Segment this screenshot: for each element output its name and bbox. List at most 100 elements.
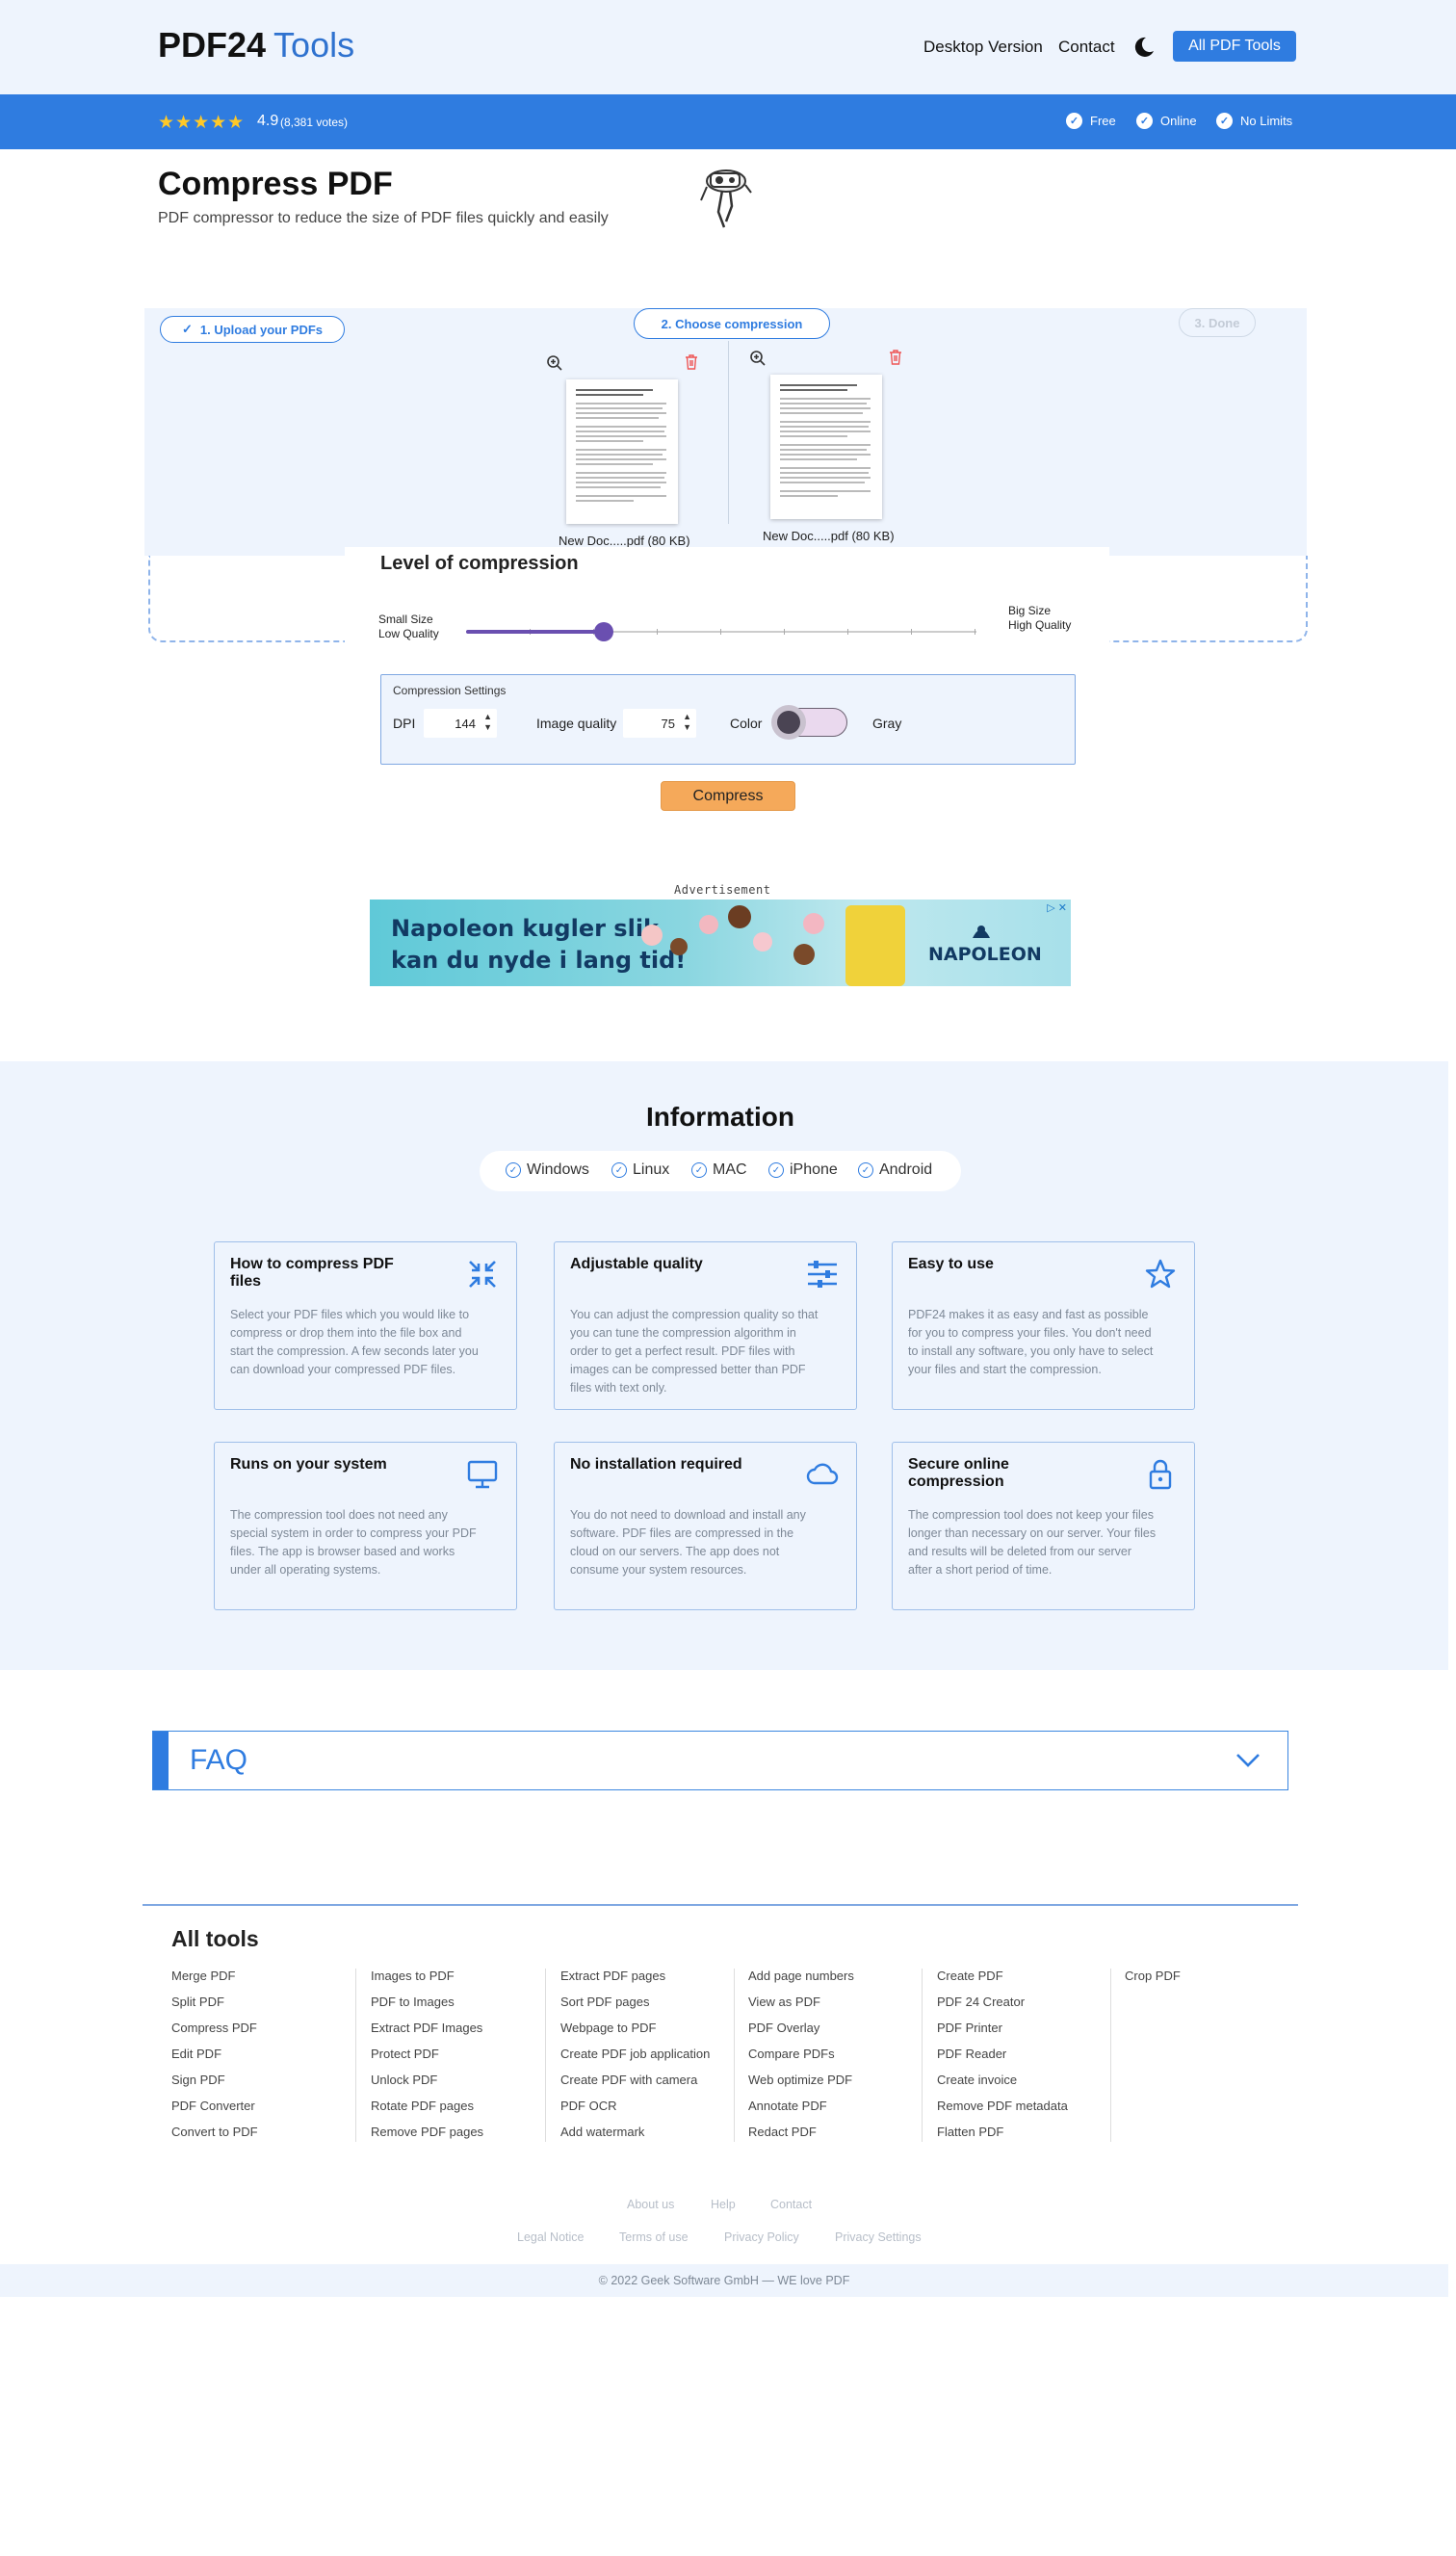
footer-contact[interactable]: Contact xyxy=(770,2198,812,2211)
tool-link[interactable]: Convert to PDF xyxy=(171,2125,258,2151)
tools-column: Extract PDF pages Sort PDF pages Webpage… xyxy=(560,1969,710,2151)
card-text: The compression tool does not need any s… xyxy=(230,1508,477,1577)
tool-link[interactable]: Sign PDF xyxy=(171,2073,258,2099)
chevron-down-icon[interactable] xyxy=(1235,1753,1261,1768)
zoom-in-icon[interactable] xyxy=(546,354,563,372)
tool-link[interactable]: Add watermark xyxy=(560,2125,710,2151)
pdf-thumbnail[interactable] xyxy=(770,375,882,519)
tool-link[interactable]: Images to PDF xyxy=(371,1969,483,1995)
tool-link[interactable]: PDF Overlay xyxy=(748,2021,854,2047)
tool-link[interactable]: Sort PDF pages xyxy=(560,1995,710,2021)
logo[interactable]: PDF24 Tools xyxy=(158,25,354,65)
tool-link[interactable]: Compare PDFs xyxy=(748,2047,854,2073)
color-label: Color xyxy=(730,716,763,731)
check-circle-icon: ✓ xyxy=(506,1162,521,1178)
faq-accordion[interactable]: FAQ xyxy=(152,1731,1288,1790)
dpi-input[interactable]: 144 ▲ ▼ xyxy=(424,709,497,738)
tool-link[interactable]: Create PDF job application xyxy=(560,2047,710,2073)
tool-link[interactable]: Split PDF xyxy=(171,1995,258,2021)
info-card: Adjustable quality You can adjust the co… xyxy=(554,1241,857,1410)
tool-link[interactable]: Merge PDF xyxy=(171,1969,258,1995)
tool-link[interactable]: Create PDF xyxy=(937,1969,1068,1995)
all-pdf-tools-button[interactable]: All PDF Tools xyxy=(1173,31,1296,62)
compression-settings: Compression Settings DPI 144 ▲ ▼ Image qua… xyxy=(380,674,1076,765)
compress-button[interactable]: Compress xyxy=(661,781,795,811)
candy-icon xyxy=(803,913,824,934)
os-label: iPhone xyxy=(790,1161,838,1178)
footer-legal-notice[interactable]: Legal Notice xyxy=(517,2230,585,2244)
tool-link[interactable]: PDF Converter xyxy=(171,2099,258,2125)
dark-mode-moon-icon[interactable] xyxy=(1132,36,1156,59)
color-gray-toggle[interactable] xyxy=(771,705,847,740)
spinner-icon[interactable]: ▲ ▼ xyxy=(483,712,492,733)
tool-link[interactable]: Extract PDF pages xyxy=(560,1969,710,1995)
nav-desktop-version[interactable]: Desktop Version xyxy=(923,38,1043,57)
dpi-label: DPI xyxy=(393,716,416,731)
tool-link[interactable]: PDF Printer xyxy=(937,2021,1068,2047)
step-label: 1. Upload your PDFs xyxy=(199,322,324,337)
image-quality-value: 75 xyxy=(661,716,675,731)
image-quality-label: Image quality xyxy=(536,716,617,731)
tool-link[interactable]: Add page numbers xyxy=(748,1969,854,1995)
tool-link[interactable]: Protect PDF xyxy=(371,2047,483,2073)
tool-link[interactable]: PDF OCR xyxy=(560,2099,710,2125)
tool-link[interactable]: PDF Reader xyxy=(937,2047,1068,2073)
compression-slider-thumb[interactable] xyxy=(594,622,614,641)
tool-link[interactable]: Remove PDF pages xyxy=(371,2125,483,2151)
tool-link[interactable]: View as PDF xyxy=(748,1995,854,2021)
tool-link[interactable]: Web optimize PDF xyxy=(748,2073,854,2099)
card-title: Runs on your system xyxy=(230,1456,387,1473)
footer-privacy-settings[interactable]: Privacy Settings xyxy=(835,2230,922,2244)
card-text: PDF24 makes it as easy and fast as possi… xyxy=(908,1308,1154,1376)
tool-link[interactable]: Unlock PDF xyxy=(371,2073,483,2099)
tool-link[interactable]: Remove PDF metadata xyxy=(937,2099,1068,2125)
tool-link[interactable]: Edit PDF xyxy=(171,2047,258,2073)
file-work-area[interactable] xyxy=(144,308,1307,556)
candy-icon xyxy=(793,944,815,965)
advertisement-banner[interactable]: Napoleon kugler slik kan du nyde i lang t… xyxy=(370,900,1071,986)
slider-tick xyxy=(720,629,721,635)
trash-icon[interactable] xyxy=(683,353,700,371)
footer-about-us[interactable]: About us xyxy=(627,2198,674,2211)
image-quality-input[interactable]: 75 ▲ ▼ xyxy=(623,709,696,738)
gray-label: Gray xyxy=(872,716,902,731)
info-card: No installation required You do not need… xyxy=(554,1442,857,1610)
tool-link[interactable]: PDF to Images xyxy=(371,1995,483,2021)
tool-link[interactable]: Crop PDF xyxy=(1125,1969,1181,1995)
card-text: You can adjust the compression quality s… xyxy=(570,1308,819,1395)
trash-icon[interactable] xyxy=(887,349,904,366)
tool-link[interactable]: Webpage to PDF xyxy=(560,2021,710,2047)
tool-link[interactable]: Flatten PDF xyxy=(937,2125,1068,2151)
step-upload[interactable]: ✓ 1. Upload your PDFs xyxy=(160,316,345,343)
footer-privacy-policy[interactable]: Privacy Policy xyxy=(724,2230,799,2244)
tool-link[interactable]: PDF 24 Creator xyxy=(937,1995,1068,2021)
rating-value: 4.9 xyxy=(257,113,279,129)
ad-close-icon[interactable]: ▷ ✕ xyxy=(1047,901,1067,914)
feature-label: Online xyxy=(1160,114,1197,128)
footer-help[interactable]: Help xyxy=(711,2198,736,2211)
info-card: Runs on your system The compression tool… xyxy=(214,1442,517,1610)
tool-link[interactable]: Create PDF with camera xyxy=(560,2073,710,2099)
tool-link[interactable]: Rotate PDF pages xyxy=(371,2099,483,2125)
spinner-icon[interactable]: ▲ ▼ xyxy=(683,712,691,733)
file-divider xyxy=(728,341,729,524)
step-done: 3. Done xyxy=(1179,308,1256,337)
step-choose-compression[interactable]: 2. Choose compression xyxy=(634,308,830,339)
candy-icon xyxy=(728,905,751,928)
footer-terms[interactable]: Terms of use xyxy=(619,2230,689,2244)
zoom-in-icon[interactable] xyxy=(749,350,767,367)
nav-contact[interactable]: Contact xyxy=(1058,38,1115,57)
tool-link[interactable]: Redact PDF xyxy=(748,2125,854,2151)
tool-link[interactable]: Compress PDF xyxy=(171,2021,258,2047)
os-label: MAC xyxy=(713,1161,747,1178)
info-card: How to compress PDF files Select your PD… xyxy=(214,1241,517,1410)
card-title: How to compress PDF files xyxy=(230,1256,394,1290)
check-icon: ✓ xyxy=(1066,113,1082,129)
tool-link[interactable]: Create invoice xyxy=(937,2073,1068,2099)
pdf-thumbnail[interactable] xyxy=(566,379,678,524)
mascot-illustration-icon xyxy=(700,170,752,228)
tool-link[interactable]: Annotate PDF xyxy=(748,2099,854,2125)
tool-link[interactable]: Extract PDF Images xyxy=(371,2021,483,2047)
tools-column: Merge PDF Split PDF Compress PDF Edit PD… xyxy=(171,1969,258,2151)
slider-tick xyxy=(784,629,785,635)
